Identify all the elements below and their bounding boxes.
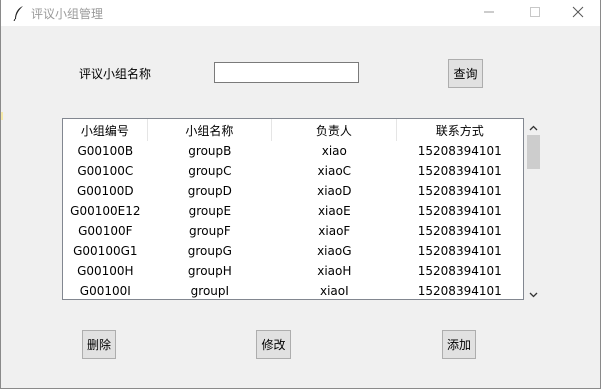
cell-name: groupC — [188, 164, 232, 178]
cell-leader: xiaoI — [319, 284, 349, 298]
group-name-input[interactable] — [214, 62, 359, 83]
cell-contact: 15208394101 — [417, 264, 502, 278]
edit-button[interactable]: 修改 — [256, 330, 291, 359]
cell-leader: xiaoG — [317, 244, 352, 258]
cell-id: G00100F — [78, 224, 133, 238]
minimize-icon — [483, 6, 495, 21]
group-name-label: 评议小组名称 — [79, 67, 152, 81]
cell-name: groupE — [188, 204, 232, 218]
cell-id: G00100E12 — [70, 204, 141, 218]
cell-name: groupD — [187, 184, 232, 198]
cell-name: groupG — [187, 244, 232, 258]
delete-button[interactable]: 删除 — [82, 330, 116, 359]
cell-name: groupB — [188, 144, 232, 158]
maximize-button[interactable] — [512, 0, 558, 26]
column-header-contact[interactable]: 联系方式 — [396, 119, 523, 141]
table-header: 小组编号 小组名称 负责人 联系方式 — [63, 119, 523, 141]
edge-marker — [1, 112, 3, 120]
cell-id: G00100C — [77, 164, 134, 178]
add-button[interactable]: 添加 — [442, 330, 476, 359]
cell-id: G00100G1 — [73, 244, 138, 258]
cell-leader: xiaoH — [317, 264, 352, 278]
table-row[interactable]: G00100H groupH xiaoH 15208394101 — [63, 261, 523, 281]
cell-leader: xiaoF — [318, 224, 351, 238]
scroll-up-button[interactable] — [525, 118, 542, 135]
cell-name: groupI — [190, 284, 230, 298]
close-button[interactable] — [555, 0, 601, 26]
table-row[interactable]: G00100E12 groupE xiaoE 15208394101 — [63, 201, 523, 221]
cell-leader: xiaoE — [317, 204, 351, 218]
chevron-down-icon — [529, 287, 538, 301]
cell-leader: xiaoD — [317, 184, 352, 198]
cell-contact: 15208394101 — [417, 204, 502, 218]
minimize-button[interactable] — [466, 0, 512, 26]
table-row[interactable]: G00100B groupB xiao 15208394101 — [63, 141, 523, 161]
cell-contact: 15208394101 — [417, 184, 502, 198]
column-header-name[interactable]: 小组名称 — [147, 119, 273, 141]
table-scrollbar[interactable] — [525, 118, 542, 302]
cell-contact: 15208394101 — [417, 144, 502, 158]
table-row[interactable]: G00100I groupI xiaoI 15208394101 — [63, 281, 523, 299]
table-row[interactable]: G00100D groupD xiaoD 15208394101 — [63, 181, 523, 201]
cell-contact: 15208394101 — [417, 284, 502, 298]
cell-leader: xiao — [321, 144, 347, 158]
cell-contact: 15208394101 — [417, 224, 502, 238]
close-icon — [572, 6, 584, 21]
feather-icon — [13, 5, 25, 22]
cell-leader: xiaoC — [317, 164, 352, 178]
cell-id: G00100I — [79, 284, 131, 298]
cell-contact: 15208394101 — [417, 244, 502, 258]
window-title: 评议小组管理 — [31, 7, 104, 21]
maximize-icon — [529, 6, 541, 21]
query-button[interactable]: 查询 — [448, 59, 483, 88]
scroll-down-button[interactable] — [525, 285, 542, 302]
cell-name: groupF — [188, 224, 231, 238]
chevron-up-icon — [529, 120, 538, 134]
group-table[interactable]: 小组编号 小组名称 负责人 联系方式 G00100B groupB xiao 1… — [62, 118, 524, 300]
table-row[interactable]: G00100F groupF xiaoF 15208394101 — [63, 221, 523, 241]
table-row[interactable]: G00100G1 groupG xiaoG 15208394101 — [63, 241, 523, 261]
column-header-id[interactable]: 小组编号 — [63, 119, 148, 141]
cell-id: G00100D — [76, 184, 134, 198]
column-header-leader[interactable]: 负责人 — [272, 119, 397, 141]
cell-id: G00100B — [77, 144, 134, 158]
title-bar[interactable]: 评议小组管理 — [1, 0, 600, 26]
cell-contact: 15208394101 — [417, 164, 502, 178]
cell-id: G00100H — [77, 264, 134, 278]
app-window: 评议小组管理 评议小组名称 查询 小组编号 小组名称 负责人 联系方式 G001… — [0, 0, 601, 389]
cell-name: groupH — [187, 264, 232, 278]
scroll-thumb[interactable] — [527, 135, 540, 169]
table-row[interactable]: G00100C groupC xiaoC 15208394101 — [63, 161, 523, 181]
